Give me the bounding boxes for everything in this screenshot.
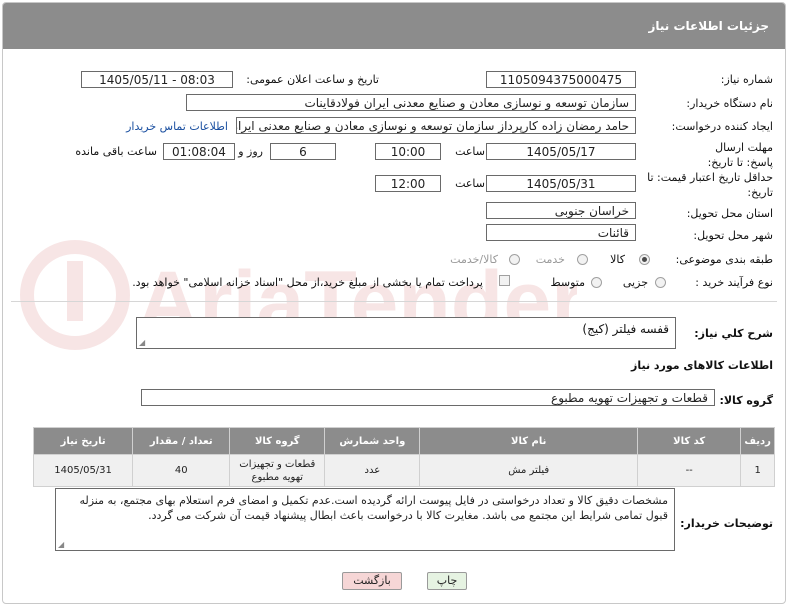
category-radio-goods-service[interactable] <box>509 254 520 265</box>
goods-group-label: گروه کالا: <box>719 394 773 407</box>
cell-row-number: 1 <box>740 454 775 487</box>
remaining-time-field: 01:08:04 <box>163 143 235 160</box>
process-type-label: نوع فرآیند خرید : <box>695 276 773 289</box>
col-header-item-code: کد کالا <box>637 427 742 455</box>
process-option-medium: متوسط <box>550 276 585 289</box>
process-option-minor: جزیی <box>622 276 648 289</box>
goods-info-title: اطلاعات کالاهای مورد نیاز <box>631 359 773 372</box>
goods-group-field: قطعات و تجهیزات تهویه مطبوع <box>141 389 715 406</box>
col-header-unit: واحد شمارش <box>324 427 421 455</box>
treasury-payment-note: پرداخت تمام یا بخشی از مبلغ خرید،از محل … <box>132 276 483 289</box>
need-number-label: شماره نیاز: <box>720 73 773 86</box>
cell-need-date: 1405/05/31 <box>32 454 134 487</box>
page-title: جزئیات اطلاعات نیاز <box>648 19 769 33</box>
category-option-goods-service: کالا/خدمت <box>450 253 498 266</box>
category-option-goods: کالا <box>610 253 625 266</box>
process-radio-medium[interactable] <box>591 277 602 288</box>
cell-quantity: 40 <box>132 454 231 487</box>
need-description-field[interactable]: قفسه فیلتر (کیج) ◢ <box>136 317 676 349</box>
category-label: طبقه بندی موضوعی: <box>675 253 773 266</box>
delivery-province-label: استان محل تحویل: <box>686 207 773 220</box>
table-row: 1 -- فیلتر مش عدد قطعات و تجهیزات تهویه … <box>32 454 775 487</box>
cell-item-code: -- <box>637 454 742 487</box>
process-radio-minor[interactable] <box>655 277 666 288</box>
buyer-org-field: سازمان توسعه و نوسازی معادن و صنایع معدن… <box>186 94 636 111</box>
announce-datetime-field: 1405/05/11 - 08:03 <box>81 71 233 88</box>
remaining-days-field: 6 <box>270 143 336 160</box>
announce-datetime-label: تاریخ و ساعت اعلان عمومی: <box>246 73 379 86</box>
col-header-goods-group: گروه کالا <box>229 427 326 455</box>
response-time-label: ساعت <box>455 145 485 158</box>
cell-item-name: فیلتر مش <box>419 454 639 487</box>
buyer-notes-text: مشخصات دقیق کالا و تعداد درخواستی در فای… <box>79 494 668 522</box>
category-radio-goods[interactable] <box>639 254 650 265</box>
delivery-city-field: قائنات <box>486 224 636 241</box>
buyer-org-label: نام دستگاه خریدار: <box>686 97 773 110</box>
price-validity-time: 12:00 <box>375 175 441 192</box>
table-header-row: ردیف کد کالا نام کالا واحد شمارش گروه کا… <box>32 427 775 455</box>
category-option-service: خدمت <box>535 253 565 266</box>
cell-goods-group: قطعات و تجهیزات تهویه مطبوع <box>229 454 326 487</box>
response-deadline-label: مهلت ارسال پاسخ: تا تاریخ: <box>707 141 773 169</box>
delivery-city-label: شهر محل تحویل: <box>693 229 773 242</box>
price-validity-date: 1405/05/31 <box>486 175 636 192</box>
cell-unit: عدد <box>324 454 421 487</box>
price-validity-time-label: ساعت <box>455 177 485 190</box>
back-button[interactable]: بازگشت <box>342 572 402 590</box>
need-number-field: 1105094375000475 <box>486 71 636 88</box>
page-frame: جزئیات اطلاعات نیاز AriaTender.neT شماره… <box>2 2 786 604</box>
response-deadline-date: 1405/05/17 <box>486 143 636 160</box>
price-validity-label: حداقل تاریخ اعتبار قیمت: تا تاریخ: <box>647 171 773 199</box>
need-description-text: قفسه فیلتر (کیج) <box>582 322 669 336</box>
buyer-notes-label: توضیحات خریدار: <box>680 517 773 530</box>
buyer-notes-field[interactable]: مشخصات دقیق کالا و تعداد درخواستی در فای… <box>55 488 675 551</box>
buyer-contact-link[interactable]: اطلاعات تماس خریدار <box>126 120 228 133</box>
requester-label: ایجاد کننده درخواست: <box>671 120 773 133</box>
col-header-row-number: ردیف <box>740 427 775 455</box>
col-header-item-name: نام کالا <box>419 427 639 455</box>
resize-grip-icon[interactable]: ◢ <box>139 338 145 347</box>
col-header-quantity: تعداد / مقدار <box>132 427 231 455</box>
need-description-label: شرح کلي نیاز: <box>694 327 773 340</box>
resize-grip-icon[interactable]: ◢ <box>58 540 64 549</box>
remaining-time-label: ساعت باقی مانده <box>75 145 157 158</box>
items-table: ردیف کد کالا نام کالا واحد شمارش گروه کا… <box>32 427 775 487</box>
divider <box>11 301 777 302</box>
treasury-payment-checkbox[interactable] <box>499 275 510 286</box>
requester-field: حامد رمضان زاده کارپرداز سازمان توسعه و … <box>236 117 636 134</box>
page-header: جزئیات اطلاعات نیاز <box>3 3 785 49</box>
col-header-need-date: تاریخ نیاز <box>32 427 134 455</box>
remaining-days-label: روز و <box>238 145 263 158</box>
print-button[interactable]: چاپ <box>427 572 467 590</box>
response-deadline-time: 10:00 <box>375 143 441 160</box>
category-radio-service[interactable] <box>577 254 588 265</box>
delivery-province-field: خراسان جنوبی <box>486 202 636 219</box>
